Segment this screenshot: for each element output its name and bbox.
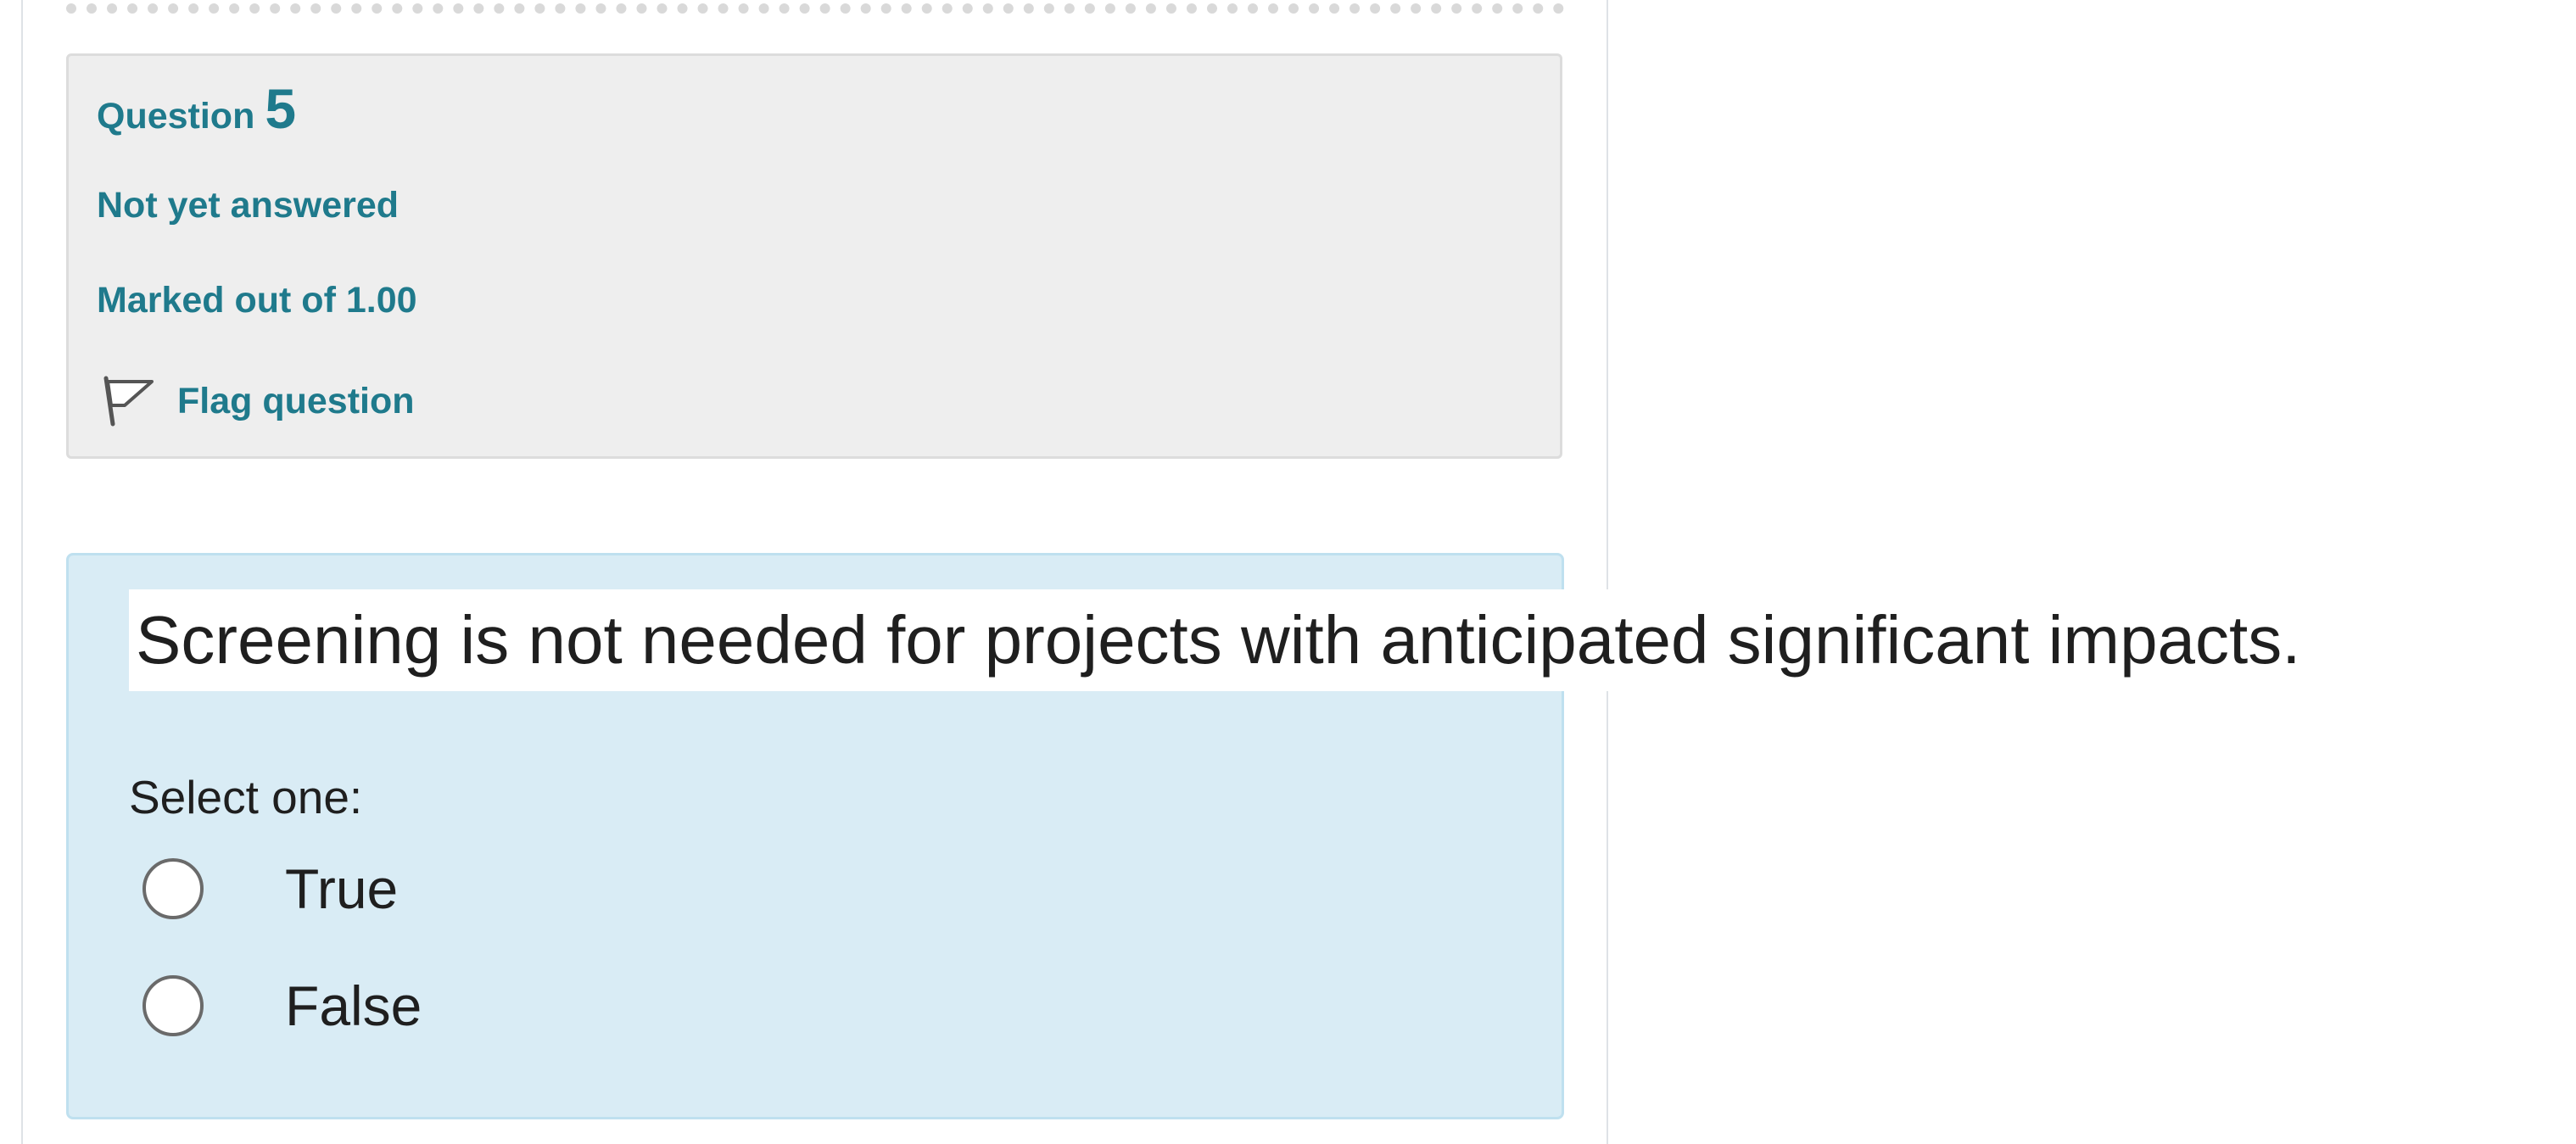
question-info-panel: Question 5 Not yet answered Marked out of…: [66, 53, 1562, 459]
radio-true[interactable]: [142, 858, 204, 919]
flag-icon: [101, 371, 155, 431]
option-label-false[interactable]: False: [285, 974, 422, 1038]
dotted-separator: [66, 3, 1564, 14]
question-grade: Marked out of 1.00: [97, 280, 417, 321]
flag-question-button[interactable]: Flag question: [101, 371, 415, 431]
question-state: Not yet answered: [97, 185, 400, 226]
question-label: Question: [97, 96, 255, 137]
option-label-true[interactable]: True: [285, 857, 398, 921]
right-divider: [1607, 0, 1608, 1144]
question-number: 5: [265, 77, 297, 140]
question-text: Screening is not needed for projects wit…: [129, 589, 2311, 691]
answer-prompt: Select one:: [129, 771, 363, 823]
question-heading: Question 5: [97, 76, 296, 141]
answer-option-false[interactable]: False: [142, 974, 422, 1038]
flag-question-label: Flag question: [177, 380, 415, 421]
radio-false[interactable]: [142, 975, 204, 1036]
quiz-page: Question 5 Not yet answered Marked out of…: [0, 0, 2576, 1144]
answer-option-true[interactable]: True: [142, 857, 398, 921]
left-divider: [21, 0, 23, 1144]
